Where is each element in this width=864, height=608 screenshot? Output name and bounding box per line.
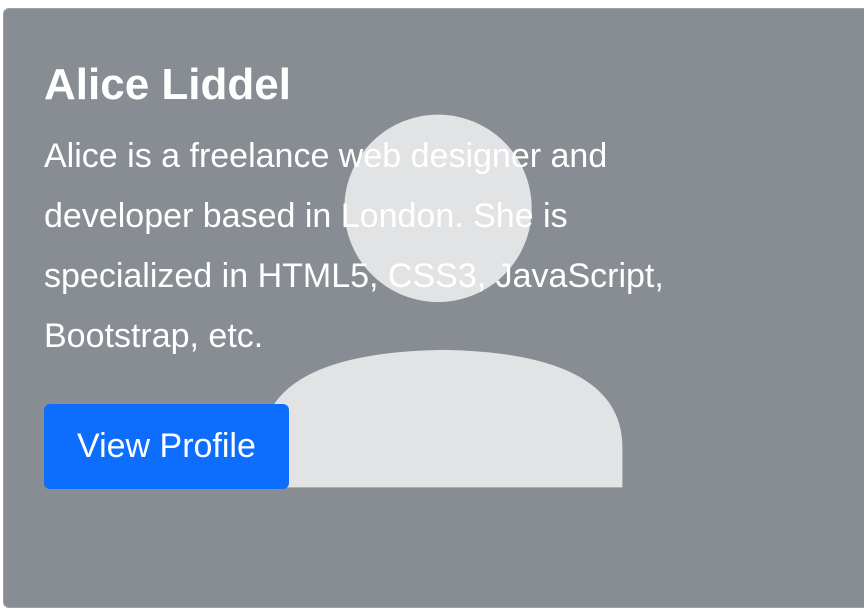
card-body: Alice Liddel Alice is a freelance web de… xyxy=(44,59,764,489)
card-title: Alice Liddel xyxy=(44,60,291,109)
view-profile-button[interactable]: View Profile xyxy=(44,403,289,489)
profile-card: Alice Liddel Alice is a freelance web de… xyxy=(3,8,864,608)
card-description: Alice is a freelance web designer and de… xyxy=(44,136,664,355)
